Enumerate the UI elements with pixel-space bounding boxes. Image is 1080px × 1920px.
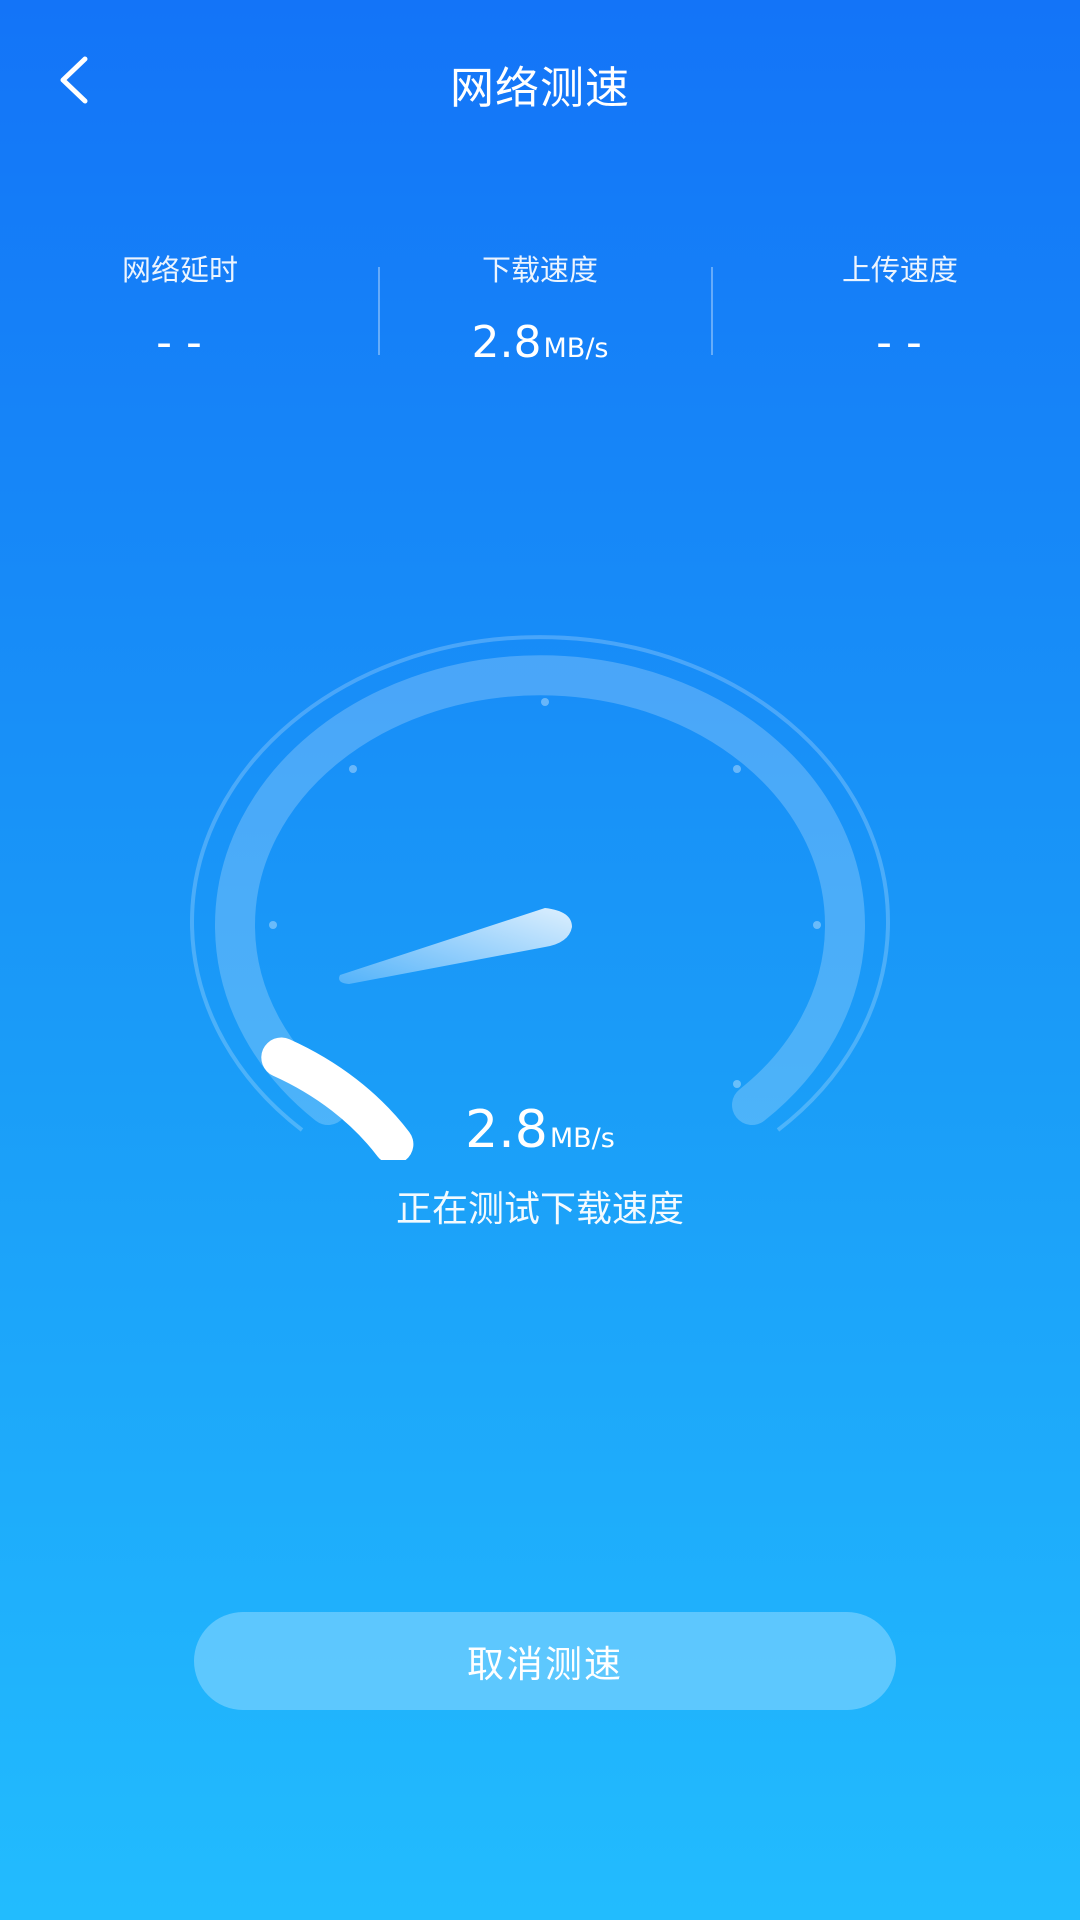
download-value-row: 2.8 MB/s [360, 317, 720, 368]
upload-value-row: - - [720, 317, 1080, 368]
page-title: 网络测速 [450, 63, 630, 114]
stats-bar: 网络延时 - - 下载速度 2.8 MB/s 上传速度 - - [0, 245, 1080, 368]
latency-value-row: - - [0, 317, 360, 368]
upload-value: - - [876, 317, 922, 368]
download-unit: MB/s [543, 333, 609, 364]
test-status-text: 正在测试下载速度 [395, 1189, 684, 1230]
latency-label: 网络延时 [121, 253, 238, 287]
stat-divider [378, 267, 380, 355]
cancel-test-button[interactable]: 取消测速 [194, 1612, 896, 1710]
gauge-track [215, 655, 865, 1125]
gauge-tick [269, 921, 277, 929]
gauge-tick [733, 765, 741, 773]
header: 网络测速 [0, 0, 1080, 170]
gauge-active-tick [349, 1080, 357, 1088]
gauge-tick [813, 921, 821, 929]
download-value: 2.8 [471, 317, 542, 368]
latency-value: - - [156, 317, 202, 368]
gauge-tick [349, 765, 357, 773]
gauge-needle [339, 908, 572, 984]
stat-divider [711, 267, 713, 355]
gauge-speed-value: 2.8 [465, 1100, 548, 1160]
upload-label: 上传速度 [841, 253, 958, 287]
download-stat: 下载速度 2.8 MB/s [360, 245, 720, 368]
download-label: 下载速度 [481, 253, 598, 287]
gauge-tick [541, 698, 549, 706]
upload-stat: 上传速度 - - [720, 245, 1080, 368]
gauge-speed-unit: MB/s [549, 1123, 615, 1154]
latency-stat: 网络延时 - - [0, 245, 360, 368]
speed-gauge [190, 635, 890, 1160]
gauge-speed: 2.8 MB/s [0, 1100, 1080, 1160]
gauge-tick [733, 1080, 741, 1088]
